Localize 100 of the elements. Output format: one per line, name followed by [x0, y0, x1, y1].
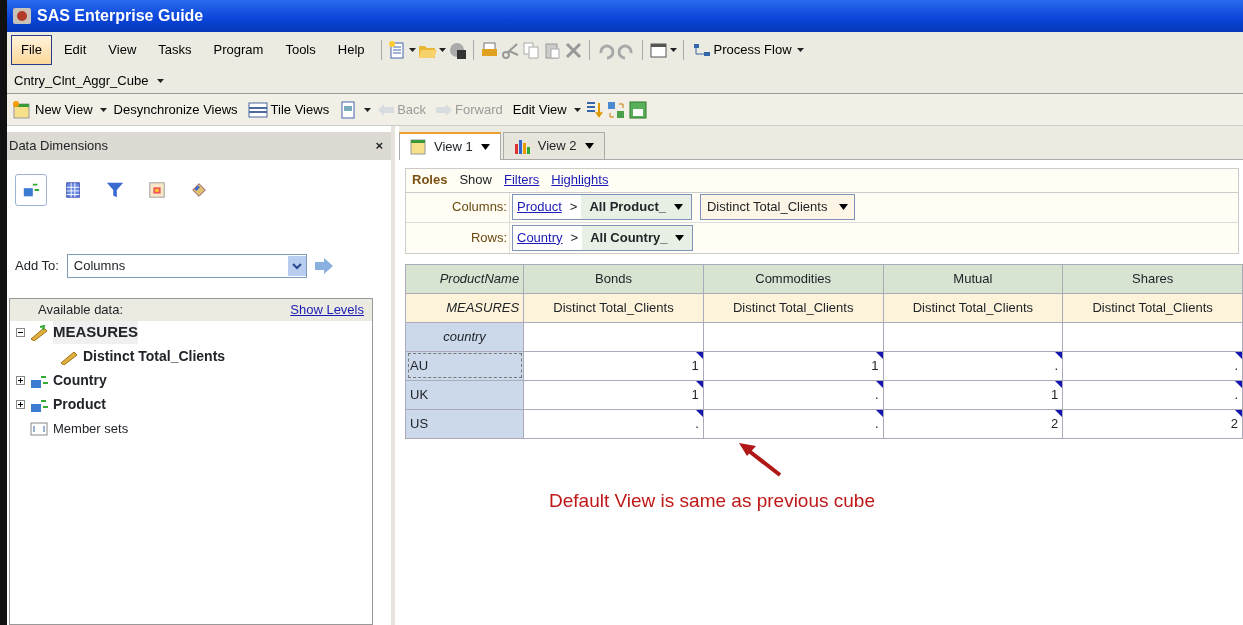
close-button[interactable]: × — [375, 136, 383, 156]
value-cell: . — [1062, 380, 1243, 409]
menu-item[interactable]: Tasks — [148, 35, 202, 65]
caret-icon[interactable] — [364, 107, 372, 112]
tree-item[interactable]: Member sets — [53, 418, 129, 439]
tree-item[interactable]: Distinct Total_Clients — [83, 346, 226, 367]
value-cell: 1 — [523, 351, 704, 380]
dimension-link[interactable]: Country — [517, 227, 563, 248]
add-to-dropdown[interactable]: Columns — [66, 254, 307, 278]
value-cell: . — [703, 409, 884, 438]
menu-item[interactable]: File — [11, 35, 52, 65]
separator-text: > — [569, 198, 578, 217]
toolbar-button[interactable]: Tile Views — [244, 97, 333, 122]
row-dimension-header: country — [405, 322, 524, 351]
member-sets-icon — [30, 421, 48, 436]
process-flow-button[interactable]: Process Flow — [689, 38, 795, 62]
menu-item[interactable]: Tools — [275, 35, 326, 65]
row-header[interactable]: UK — [405, 380, 524, 409]
add-to-label: Add To: — [15, 257, 59, 276]
view-tab[interactable]: View 1 — [399, 132, 501, 160]
value-cell: . — [1062, 351, 1243, 380]
cube-dropdown[interactable]: Cntry_Clnt_Aggr_Cube — [11, 68, 152, 93]
show-levels-link[interactable]: Show Levels — [290, 300, 364, 320]
column-header: Bonds — [523, 264, 704, 293]
measure-header: Distinct Total_Clients — [1062, 293, 1243, 322]
show-label: Show — [459, 171, 492, 190]
menu-item[interactable]: Help — [327, 35, 375, 65]
roles-link[interactable]: Highlights — [551, 170, 609, 190]
roles-title: Roles — [412, 171, 448, 190]
flow-icon — [692, 43, 711, 57]
swap-axes-icon[interactable] — [606, 100, 625, 119]
level-label: All Country_ — [590, 228, 668, 247]
panel-tool-button[interactable] — [15, 174, 47, 206]
tile-icon — [247, 101, 268, 118]
available-data-label: Available data: — [38, 301, 124, 319]
caret-icon[interactable] — [839, 204, 849, 210]
row-header[interactable]: US — [405, 409, 524, 438]
view-tab[interactable]: View 2 — [502, 132, 605, 159]
caret-icon[interactable] — [674, 204, 683, 210]
forward-arrow-icon — [436, 103, 453, 116]
collapse-icon[interactable] — [16, 328, 25, 337]
caret-icon[interactable] — [99, 107, 107, 112]
caret-icon[interactable] — [408, 48, 416, 52]
document-icon — [339, 100, 358, 119]
tree-item[interactable]: MEASURES — [53, 321, 138, 344]
value-cell: 1 — [703, 351, 884, 380]
toolbar-button[interactable]: Desynchronize Views — [110, 97, 241, 122]
grid-chart-icon[interactable] — [628, 100, 647, 119]
menu-item[interactable]: Edit — [53, 35, 97, 65]
toolbar-button[interactable]: New View — [9, 97, 96, 122]
measures-header: MEASURES — [405, 293, 524, 322]
corner-header: ProductName — [405, 264, 524, 293]
value-cell: 2 — [883, 409, 1063, 438]
window-icon[interactable] — [648, 40, 668, 60]
caret-icon[interactable] — [573, 107, 581, 112]
row-header[interactable]: AU — [405, 351, 524, 380]
dimension-selector[interactable]: Country > All Country_ — [512, 224, 694, 251]
caret-icon[interactable] — [796, 48, 804, 52]
level-label: All Product_ — [589, 198, 666, 217]
role-label: Columns: — [406, 192, 510, 222]
measure-header: Distinct Total_Clients — [883, 293, 1063, 322]
dimension-selector[interactable]: Product > All Product_ — [512, 194, 692, 220]
toolbar-button[interactable]: Edit View — [509, 97, 570, 122]
dimension-link[interactable]: Product — [517, 197, 562, 217]
column-header: Shares — [1062, 264, 1243, 293]
value-cell: . — [883, 351, 1063, 380]
tree-item[interactable]: Country — [53, 370, 107, 391]
expand-icon[interactable] — [16, 376, 25, 385]
back-arrow-icon — [378, 103, 395, 116]
caret-icon[interactable] — [669, 48, 677, 52]
column-header: Mutual — [883, 264, 1063, 293]
tree-item[interactable]: Product — [53, 394, 106, 415]
measure-label: Distinct Total_Clients — [707, 198, 828, 217]
annotation-text: Default View is same as previous cube — [549, 488, 876, 513]
value-cell: 1 — [523, 380, 704, 409]
panel-title: Data Dimensions — [9, 137, 108, 156]
roles-link[interactable]: Filters — [503, 170, 540, 190]
menu-item[interactable]: Program — [203, 35, 274, 65]
caret-icon[interactable] — [675, 234, 685, 241]
caret-icon[interactable] — [480, 143, 490, 150]
caret-icon[interactable] — [438, 48, 446, 52]
expand-icon[interactable] — [16, 400, 25, 409]
calculator-icon — [64, 180, 82, 200]
table-icon — [410, 138, 426, 155]
sort-icon[interactable] — [584, 100, 603, 119]
measure-header: Distinct Total_Clients — [703, 293, 884, 322]
dropdown-icon — [287, 256, 306, 276]
window-title: SAS Enterprise Guide — [37, 6, 204, 26]
bar-chart-icon — [513, 137, 530, 154]
new-view-icon — [12, 99, 32, 120]
value-cell: . — [703, 380, 884, 409]
measure-header: Distinct Total_Clients — [523, 293, 704, 322]
app-icon — [13, 8, 31, 24]
measure-selector[interactable]: Distinct Total_Clients — [700, 194, 856, 220]
caret-icon[interactable] — [584, 142, 594, 149]
value-cell: 1 — [883, 380, 1063, 409]
caret-icon[interactable] — [157, 78, 165, 83]
menu-item[interactable]: View — [98, 35, 147, 65]
filter-icon — [106, 180, 124, 200]
value-cell: 2 — [1062, 409, 1243, 438]
